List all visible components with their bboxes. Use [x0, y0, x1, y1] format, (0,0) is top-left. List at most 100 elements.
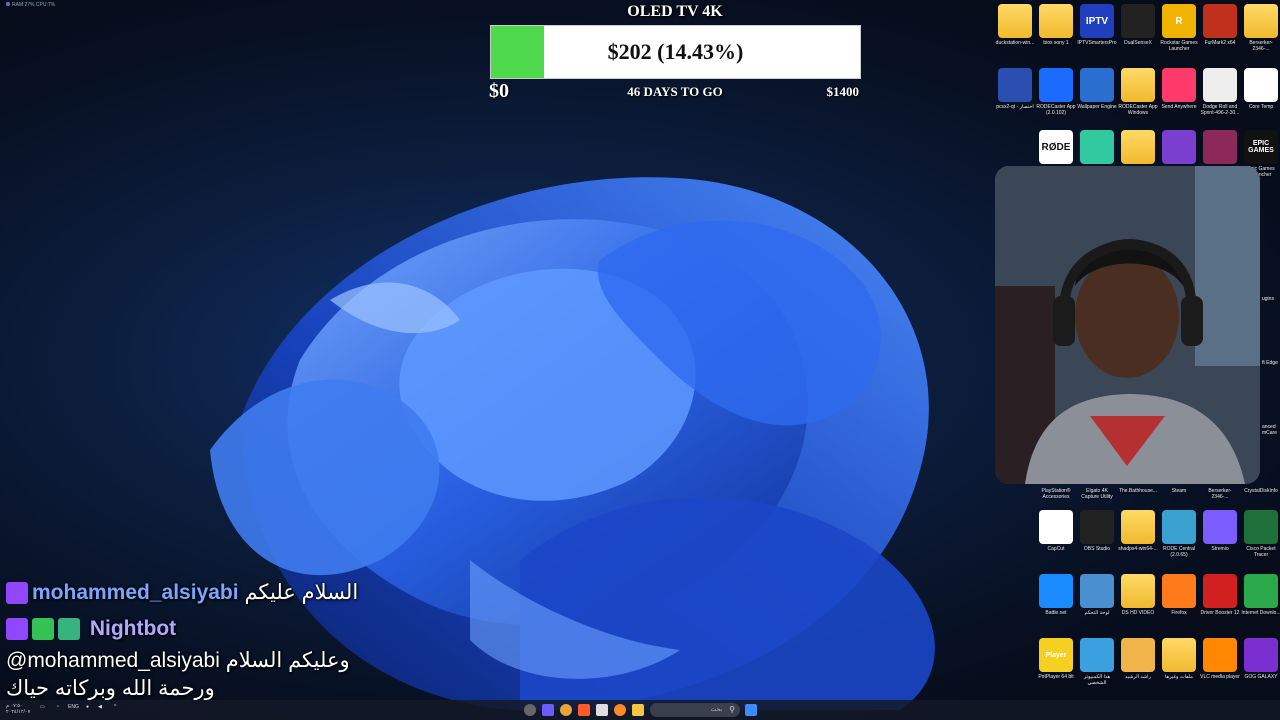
desktop-icon[interactable] — [1077, 130, 1117, 166]
chevron-up-icon[interactable]: ^ — [114, 704, 116, 710]
desktop-icon[interactable]: Firefox — [1159, 574, 1199, 616]
desktop-icon[interactable]: Dodge Roll and Sprint-496-2-30... — [1200, 68, 1240, 116]
desktop-icon[interactable]: Internet Downlo... — [1241, 574, 1280, 616]
desktop-icon-label: FurMark2 x64 — [1204, 40, 1236, 46]
folder-icon — [1162, 638, 1196, 672]
desktop-icon[interactable]: R Rockstar Games Launcher — [1159, 4, 1199, 52]
rode-central-icon — [1162, 510, 1196, 544]
send-anywhere-icon — [1162, 68, 1196, 102]
desktop-icon[interactable]: IPTV IPTVSmartersPro — [1077, 4, 1117, 46]
start-icon[interactable] — [745, 704, 757, 716]
desktop-icon-label: PlayStation® Accessories — [1041, 488, 1071, 500]
chat-username: Nightbot — [89, 617, 177, 640]
icon-text: EPIC GAMES — [1248, 140, 1274, 154]
goal-widget: OLED TV 4K $202 (14.43%) $0 46 DAYS TO G… — [489, 0, 861, 104]
chrome-icon[interactable] — [560, 704, 572, 716]
folder-icon — [1121, 68, 1155, 102]
desktop-icon-label: pcsx2-qt - اختصار — [996, 104, 1034, 110]
desktop-icon[interactable]: Battle.net — [1036, 574, 1076, 616]
file-icon — [1203, 68, 1237, 102]
desktop-icon-label: Battle.net — [1045, 610, 1067, 616]
moderator-badge-icon — [32, 618, 54, 641]
file-explorer-icon[interactable] — [632, 704, 644, 716]
desktop-icon[interactable]: GOG GALAXY — [1241, 638, 1280, 680]
desktop-icon[interactable]: VLC media player — [1200, 638, 1240, 680]
desktop-icon[interactable]: CapCut — [1036, 510, 1076, 552]
chat-message-text: @mohammed_alsiyabi وعليكم السلام — [6, 649, 350, 672]
tray-clock[interactable]: ٠٧:٥٠ م ٢٠٢٤/١٢/٠٧ — [6, 703, 30, 715]
desktop-icon-label: Stremio — [1211, 546, 1229, 552]
brave-icon[interactable] — [578, 704, 590, 716]
folder-icon — [1039, 4, 1073, 38]
desktop-icon[interactable]: هذا الكمبيوتر الشخصي — [1077, 638, 1117, 686]
system-stats-text: RAM:27% CPU:7% — [12, 2, 56, 8]
desktop-icon[interactable]: pcsx2-qt - اختصار — [995, 68, 1035, 110]
rode-icon: RØDE — [1039, 130, 1073, 164]
taskbar: ٠٧:٥٠ م ٢٠٢٤/١٢/٠٧ ▭ ◔ ENG ● ◀ ^ بحث ⚲ — [0, 700, 1280, 720]
desktop-icon[interactable] — [1159, 130, 1199, 166]
goal-title: OLED TV 4K — [627, 3, 723, 20]
desktop-icon[interactable]: RØDE — [1036, 130, 1076, 166]
desktop-icon[interactable]: FurMark2 x64 — [1200, 4, 1240, 46]
firefox-taskbar-icon[interactable] — [614, 704, 626, 716]
desktop-icon[interactable]: Driver Booster 12 — [1200, 574, 1240, 616]
desktop-icon[interactable]: Wallpaper Engine — [1077, 68, 1117, 110]
cisco-icon — [1244, 510, 1278, 544]
desktop-icon[interactable]: Stremio — [1200, 510, 1240, 552]
desktop-icon[interactable]: bios sony 1 — [1036, 4, 1076, 46]
search-placeholder: بحث — [710, 707, 722, 713]
rockstar-icon: R — [1162, 4, 1196, 38]
desktop-icon[interactable]: OBS Studio — [1077, 510, 1117, 552]
desktop-icon[interactable]: ملفات وغيرها — [1159, 638, 1199, 680]
notification-icon[interactable]: ▭ — [40, 704, 45, 710]
desktop-icon[interactable] — [1200, 130, 1240, 166]
language-indicator[interactable]: ENG — [68, 704, 79, 710]
desktop-icon[interactable]: راشد الرشيد — [1118, 638, 1158, 680]
idm-icon — [1244, 574, 1278, 608]
flame-icon — [1203, 4, 1237, 38]
side-label-0: ugins — [1262, 296, 1274, 302]
desktop-icon-label: RODECaster App Windows v2.0.105 — [1118, 104, 1158, 116]
desktop-icon-label: Cisco Packet Tracer — [1246, 546, 1276, 558]
desktop-icon[interactable]: duckstation-win... — [995, 4, 1035, 46]
search-box[interactable]: بحث ⚲ — [650, 703, 740, 717]
desktop-icon-label: ملفات وغيرها — [1165, 674, 1193, 680]
desktop-icon-label: Core Temp — [1248, 104, 1274, 110]
desktop-icon[interactable]: RODECaster App (2.0.102) — [1036, 68, 1076, 116]
stats-icon — [6, 2, 10, 6]
store-icon[interactable] — [596, 704, 608, 716]
desktop-icon[interactable]: DS HD VIDEO — [1118, 574, 1158, 616]
goal-amount: $202 (14.43%) — [607, 39, 744, 64]
control-panel-icon — [1080, 574, 1114, 608]
desktop-icon-label: Elgato 4K Capture Utility — [1081, 488, 1113, 500]
desktop-icon-label: PotPlayer 64 bit — [1038, 674, 1074, 680]
desktop-icon[interactable]: RODE Central (2.0.65) — [1159, 510, 1199, 558]
desktop-icon[interactable]: لوحة التحكم — [1077, 574, 1117, 616]
desktop-icon-label: راشد الرشيد — [1124, 674, 1151, 680]
chat-text: السلام عليكم — [244, 581, 359, 604]
desktop-icon-label: Send Anywhere — [1161, 104, 1197, 110]
twitch-badge-icon — [6, 582, 28, 605]
app-icon[interactable] — [542, 704, 554, 716]
desktop-icon[interactable] — [1118, 130, 1158, 166]
desktop-icon[interactable]: Send Anywhere — [1159, 68, 1199, 110]
wifi-icon[interactable]: ◔ — [56, 704, 59, 710]
side-label-1: ft Edge — [1262, 360, 1278, 366]
mic-icon[interactable]: ● — [86, 704, 89, 710]
desktop-icon[interactable]: Player PotPlayer 64 bit — [1036, 638, 1076, 680]
desktop-icon[interactable]: RODECaster App Windows v2.0.105 — [1118, 68, 1158, 116]
volume-icon[interactable]: ◀ — [98, 704, 102, 710]
desktop-icon[interactable]: Cisco Packet Tracer — [1241, 510, 1280, 558]
copilot-icon[interactable] — [524, 704, 536, 716]
desktop-icon[interactable]: Core Temp — [1241, 68, 1280, 110]
system-stats: RAM:27% CPU:7% — [6, 2, 55, 8]
desktop-icon-label: CrystalDiskInfo — [1244, 488, 1278, 494]
rodecaster-icon — [1039, 68, 1073, 102]
desktop-icon[interactable]: Berserker-2346-... — [1241, 4, 1280, 52]
chip-icon — [1162, 130, 1196, 164]
side-label-2: anced mCare — [1262, 424, 1278, 436]
capcut-icon — [1039, 510, 1073, 544]
desktop-icon[interactable]: DualSenseX — [1118, 4, 1158, 46]
desktop-icon[interactable]: shadps4-win64-... — [1118, 510, 1158, 552]
pcsx2-icon — [998, 68, 1032, 102]
